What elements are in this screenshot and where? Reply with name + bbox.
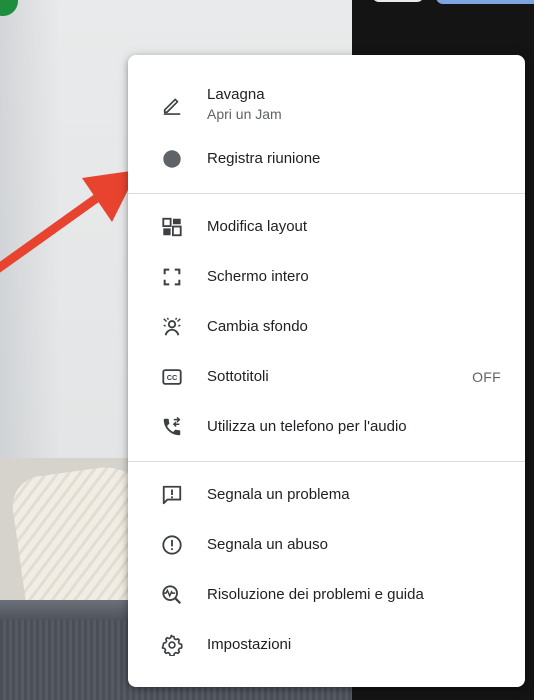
- menu-item-captions[interactable]: CC Sottotitoli OFF: [128, 353, 525, 401]
- fullscreen-icon: [159, 264, 185, 290]
- menu-item-fullscreen[interactable]: Schermo intero: [128, 253, 525, 301]
- menu-item-layout[interactable]: Modifica layout: [128, 203, 525, 251]
- feedback-icon: [159, 482, 185, 508]
- menu-divider: [128, 461, 525, 462]
- menu-item-label: Impostazioni: [207, 636, 292, 653]
- top-toolbar-chip-accent: [436, 0, 534, 4]
- menu-item-record[interactable]: Registra riunione: [128, 135, 525, 183]
- gear-icon: [159, 632, 185, 658]
- background-blur-icon: [159, 314, 185, 340]
- menu-item-label: Registra riunione: [207, 150, 321, 167]
- more-options-menu: Lavagna Apri un Jam Registra riunione Mo…: [128, 55, 525, 687]
- closed-captions-icon: CC: [159, 364, 185, 390]
- menu-item-label: Cambia sfondo: [207, 318, 308, 335]
- alert-circle-icon: [159, 532, 185, 558]
- menu-item-label: Segnala un problema: [207, 486, 350, 503]
- menu-item-report-problem[interactable]: Segnala un problema: [128, 471, 525, 519]
- menu-item-phone-audio[interactable]: Utilizza un telefono per l'audio: [128, 403, 525, 451]
- menu-item-label: Segnala un abuso: [207, 536, 328, 553]
- menu-item-sublabel: Apri un Jam: [207, 106, 282, 122]
- menu-item-whiteboard[interactable]: Lavagna Apri un Jam: [128, 73, 525, 135]
- record-dot-icon: [159, 146, 185, 172]
- menu-item-label: Sottotitoli: [207, 368, 269, 385]
- menu-item-label: Utilizza un telefono per l'audio: [207, 418, 407, 435]
- menu-divider: [128, 193, 525, 194]
- layout-icon: [159, 214, 185, 240]
- svg-text:CC: CC: [167, 373, 178, 382]
- menu-item-troubleshooting[interactable]: Risoluzione dei problemi e guida: [128, 571, 525, 619]
- menu-item-label: Risoluzione dei problemi e guida: [207, 586, 424, 603]
- troubleshoot-icon: [159, 582, 185, 608]
- menu-item-report-abuse[interactable]: Segnala un abuso: [128, 521, 525, 569]
- menu-item-label: Lavagna: [207, 86, 265, 103]
- menu-item-background[interactable]: Cambia sfondo: [128, 303, 525, 351]
- wall-shadow: [0, 0, 60, 460]
- top-toolbar-chip: [372, 0, 424, 2]
- pencil-icon: [159, 91, 185, 117]
- menu-item-label: Modifica layout: [207, 218, 308, 235]
- menu-item-settings[interactable]: Impostazioni: [128, 621, 525, 669]
- captions-state: OFF: [472, 369, 501, 385]
- phone-forward-icon: [159, 414, 185, 440]
- menu-item-label: Schermo intero: [207, 268, 309, 285]
